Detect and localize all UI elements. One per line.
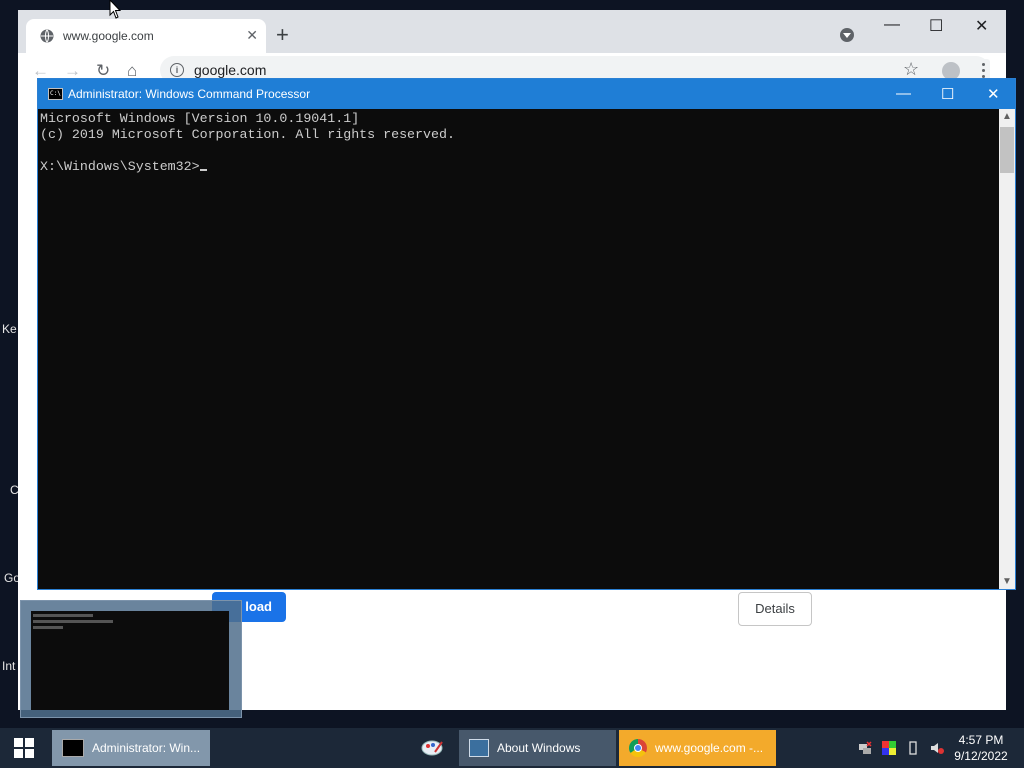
taskbar-clock[interactable]: 4:57 PM 9/12/2022 [952,732,1010,764]
thumbnail-image [31,611,229,710]
desktop-label-4: Int [2,659,16,673]
windows-logo-pane [25,738,34,747]
paint-icon [421,740,443,756]
bookmark-star-icon[interactable]: ☆ [903,59,919,80]
console-line: (c) 2019 Microsoft Corporation. All righ… [40,127,455,142]
scrollbar-thumb[interactable] [1000,127,1014,173]
volume-muted-icon[interactable] [930,741,944,755]
chrome-tab-strip: www.google.com ✕ + — ☐ ✕ [18,10,1006,53]
taskbar-item-paint[interactable] [420,730,446,766]
text-cursor [199,169,207,171]
scroll-up-icon[interactable]: ▲ [1002,111,1012,122]
home-icon[interactable]: ⌂ [127,62,137,79]
display-icon[interactable] [882,741,896,755]
windows-logo-pane [25,749,34,758]
taskbar-item-label: www.google.com -... [655,741,764,755]
windows-logo-pane [14,749,23,758]
taskbar-thumbnail-preview[interactable] [20,600,242,718]
taskbar-item-label: Administrator: Win... [92,741,201,755]
taskbar: Administrator: Win... About Windows www.… [0,728,1024,768]
chrome-close-button[interactable]: ✕ [975,16,988,36]
cmd-title: Administrator: Windows Command Processor [68,87,311,101]
taskbar-item-label: About Windows [497,741,581,755]
clock-time: 4:57 PM [958,733,1004,747]
cmd-scrollbar[interactable]: ▲ ▼ [999,109,1015,589]
chrome-icon [629,739,647,757]
back-icon[interactable]: ← [32,62,49,79]
mouse-pointer-icon [109,0,121,19]
chrome-minimize-button[interactable]: — [884,16,900,34]
scroll-down-icon[interactable]: ▼ [1002,576,1012,587]
console-prompt: X:\Windows\System32> [40,159,200,174]
tab-title: www.google.com [63,29,154,43]
forward-icon[interactable]: → [64,62,81,79]
network-icon[interactable] [858,741,872,755]
desktop-label-1: Ke [2,322,17,336]
clock-date: 9/12/2022 [954,749,1008,763]
cmd-titlebar[interactable]: C:\ Administrator: Windows Command Proce… [38,79,1015,109]
cmd-maximize-button[interactable]: ☐ [941,85,954,103]
cmd-console[interactable]: Microsoft Windows [Version 10.0.19041.1]… [40,111,998,587]
globe-icon [40,29,54,43]
tab-search-icon[interactable] [840,28,854,42]
console-prompt-line: X:\Windows\System32> [40,159,998,175]
usb-icon[interactable] [906,741,920,755]
chrome-tab[interactable]: www.google.com ✕ [26,19,266,53]
chrome-maximize-button[interactable]: ☐ [929,16,943,36]
start-button[interactable] [0,728,48,768]
taskbar-item-about-windows[interactable]: About Windows [459,730,616,766]
taskbar-item-chrome[interactable]: www.google.com -... [619,730,776,766]
url-text[interactable]: google.com [194,62,266,78]
tab-close-icon[interactable]: ✕ [246,27,258,44]
cmd-window: C:\ Administrator: Windows Command Proce… [37,78,1016,590]
cmd-icon: C:\ [48,88,63,100]
info-icon[interactable]: i [170,63,184,77]
details-button[interactable]: Details [738,592,812,626]
taskbar-item-cmd[interactable]: Administrator: Win... [52,730,210,766]
reload-icon[interactable]: ↻ [96,62,110,79]
console-line: Microsoft Windows [Version 10.0.19041.1] [40,111,360,126]
cmd-close-button[interactable]: ✕ [987,85,1000,103]
windows-logo-icon [14,738,23,747]
cmd-icon [62,739,84,757]
new-tab-icon[interactable]: + [276,24,289,46]
about-windows-icon [469,739,489,757]
cmd-minimize-button[interactable]: — [896,85,911,102]
